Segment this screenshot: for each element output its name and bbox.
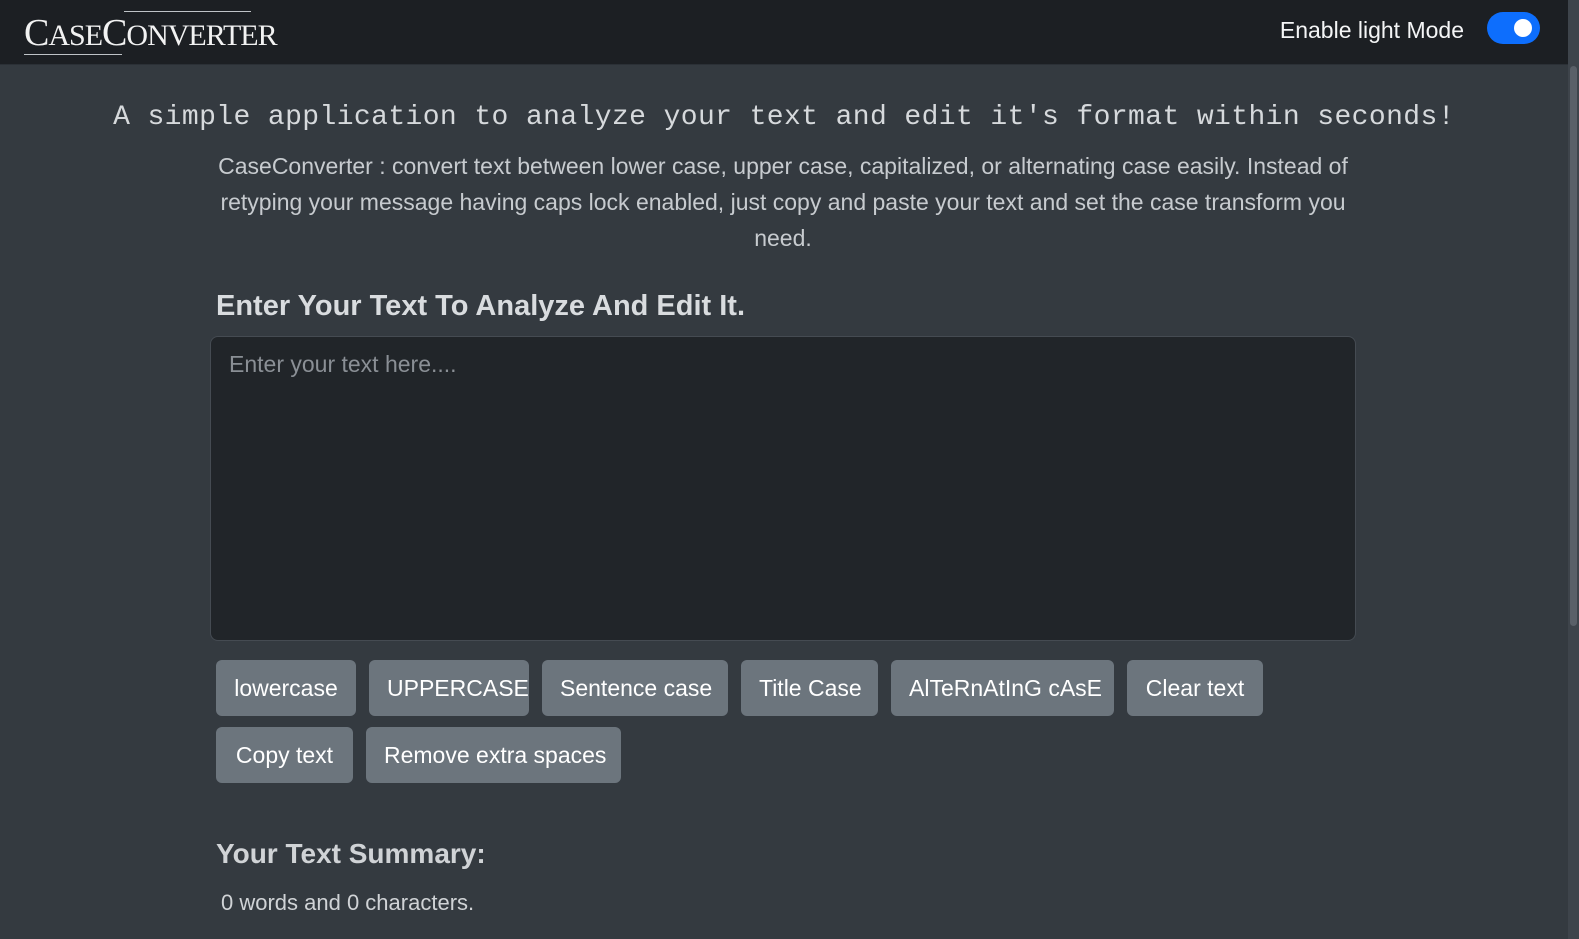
summary-word-count: 0 words and 0 characters.: [221, 890, 475, 915]
sentence-case-button[interactable]: Sentence case: [542, 660, 728, 716]
summary-heading: Your Text Summary:: [216, 838, 486, 869]
brand-logo[interactable]: CASECONVERTER: [24, 10, 278, 56]
hero-title: A simple application to analyze your tex…: [113, 102, 1455, 133]
toggle-knob: [1514, 19, 1532, 37]
text-input[interactable]: [210, 336, 1356, 641]
title-case-button[interactable]: Title Case: [741, 660, 878, 716]
alternating-case-button[interactable]: AlTeRnAtInG cAsE: [891, 660, 1114, 716]
lowercase-button[interactable]: lowercase: [216, 660, 356, 716]
brand-text: CASECONVERTER: [24, 12, 278, 54]
navbar: CASECONVERTER Enable light Mode: [0, 0, 1568, 65]
light-mode-label: Enable light Mode: [1279, 17, 1464, 43]
page-scrollbar[interactable]: [1568, 0, 1579, 939]
light-mode-toggle[interactable]: [1487, 12, 1540, 44]
scrollbar-thumb[interactable]: [1570, 66, 1577, 626]
remove-extra-spaces-button[interactable]: Remove extra spaces: [366, 727, 621, 783]
copy-text-button[interactable]: Copy text: [216, 727, 353, 783]
uppercase-button[interactable]: UPPERCASE: [369, 660, 529, 716]
brand-decoration-line: [24, 54, 122, 55]
editor-heading: Enter Your Text To Analyze And Edit It.: [216, 290, 746, 322]
hero-description: CaseConverter : convert text between low…: [218, 153, 1348, 251]
clear-text-button[interactable]: Clear text: [1127, 660, 1263, 716]
